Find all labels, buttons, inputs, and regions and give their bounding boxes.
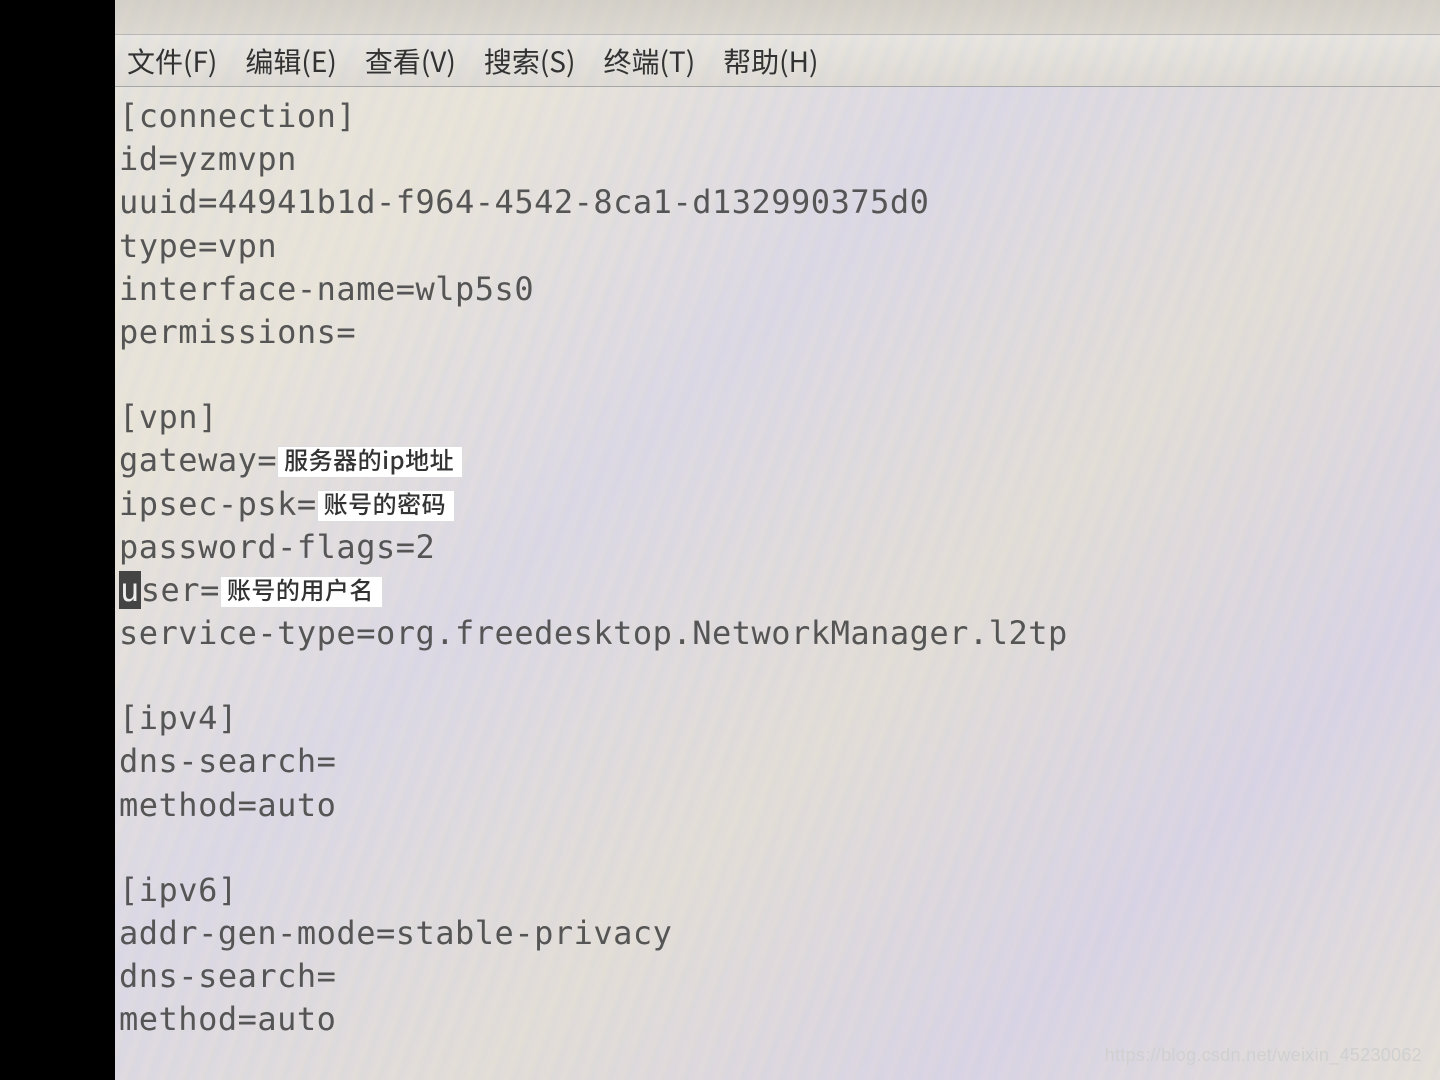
config-section-ipv6: [ipv6] (119, 869, 1440, 912)
menu-terminal[interactable]: 终端(T) (603, 41, 695, 81)
config-section-ipv4: [ipv4] (119, 697, 1440, 740)
config-user: user=账号的用户名 (119, 569, 1440, 612)
blank-line (119, 827, 1440, 869)
menu-edit[interactable]: 编辑(E) (245, 41, 336, 81)
menu-help[interactable]: 帮助(H) (723, 41, 818, 81)
config-uuid: uuid=44941b1d-f964-4542-8ca1-d132990375d… (119, 181, 1440, 224)
gateway-redacted-note: 服务器的ip地址 (277, 446, 463, 478)
config-ipsec-psk: ipsec-psk=账号的密码 (119, 483, 1440, 526)
config-ipv4-method: method=auto (119, 784, 1440, 827)
user-key-rest: ser= (141, 571, 220, 609)
menu-file[interactable]: 文件(F) (127, 41, 217, 81)
config-ipv6-method: method=auto (119, 998, 1440, 1041)
gateway-key: gateway= (119, 441, 277, 479)
config-section-connection: [connection] (119, 95, 1440, 138)
menu-bar: 文件(F) 编辑(E) 查看(V) 搜索(S) 终端(T) 帮助(H) (115, 35, 1440, 87)
blank-line (119, 655, 1440, 697)
config-ipv6-addrgen: addr-gen-mode=stable-privacy (119, 912, 1440, 955)
config-section-vpn: [vpn] (119, 396, 1440, 439)
config-gateway: gateway=服务器的ip地址 (119, 439, 1440, 482)
editor-content[interactable]: [connection] id=yzmvpn uuid=44941b1d-f96… (115, 87, 1440, 1042)
terminal-window: 文件(F) 编辑(E) 查看(V) 搜索(S) 终端(T) 帮助(H) [con… (115, 0, 1440, 1080)
config-type: type=vpn (119, 225, 1440, 268)
watermark-text: https://blog.csdn.net/weixin_45230062 (1105, 1045, 1422, 1066)
ipsec-redacted-note: 账号的密码 (317, 490, 456, 522)
menu-search[interactable]: 搜索(S) (484, 41, 576, 81)
config-password-flags: password-flags=2 (119, 526, 1440, 569)
cursor-block: u (119, 571, 141, 609)
window-titlebar-space (115, 0, 1440, 35)
user-redacted-note: 账号的用户名 (220, 576, 383, 608)
config-permissions: permissions= (119, 311, 1440, 354)
ipsec-key: ipsec-psk= (119, 485, 317, 523)
menu-view[interactable]: 查看(V) (365, 41, 456, 81)
config-service-type: service-type=org.freedesktop.NetworkMana… (119, 612, 1440, 655)
config-ipv6-dns: dns-search= (119, 955, 1440, 998)
blank-line (119, 354, 1440, 396)
config-ipv4-dns: dns-search= (119, 740, 1440, 783)
config-interface: interface-name=wlp5s0 (119, 268, 1440, 311)
config-id: id=yzmvpn (119, 138, 1440, 181)
